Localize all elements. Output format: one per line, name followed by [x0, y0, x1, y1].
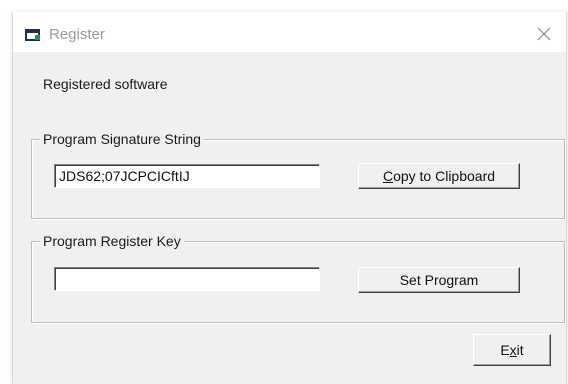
copy-mnemonic: C — [382, 168, 394, 184]
register-key-groupbox: Program Register Key Set Program — [31, 232, 565, 323]
exit-button[interactable]: Exit — [473, 334, 551, 366]
title-bar[interactable]: Register — [13, 12, 566, 52]
registration-status: Registered software — [43, 76, 168, 92]
close-icon[interactable] — [532, 22, 556, 46]
copy-to-clipboard-button[interactable]: Copy to Clipboard — [358, 163, 520, 189]
signature-string-field[interactable] — [54, 164, 320, 188]
window-title: Register — [49, 26, 105, 43]
register-key-legend: Program Register Key — [40, 232, 184, 250]
copy-label-rest: opy to Clipboard — [393, 168, 496, 184]
signature-legend: Program Signature String — [40, 130, 204, 148]
signature-groupbox: Program Signature String Copy to Clipboa… — [31, 130, 565, 219]
exit-label-after: it — [516, 342, 524, 358]
app-icon — [25, 28, 41, 41]
register-key-field[interactable] — [54, 267, 320, 291]
exit-mnemonic: x — [509, 342, 517, 358]
exit-label-before: E — [500, 342, 510, 358]
register-dialog: Register Registered software Program Sig… — [12, 12, 567, 384]
set-program-button[interactable]: Set Program — [358, 267, 520, 293]
